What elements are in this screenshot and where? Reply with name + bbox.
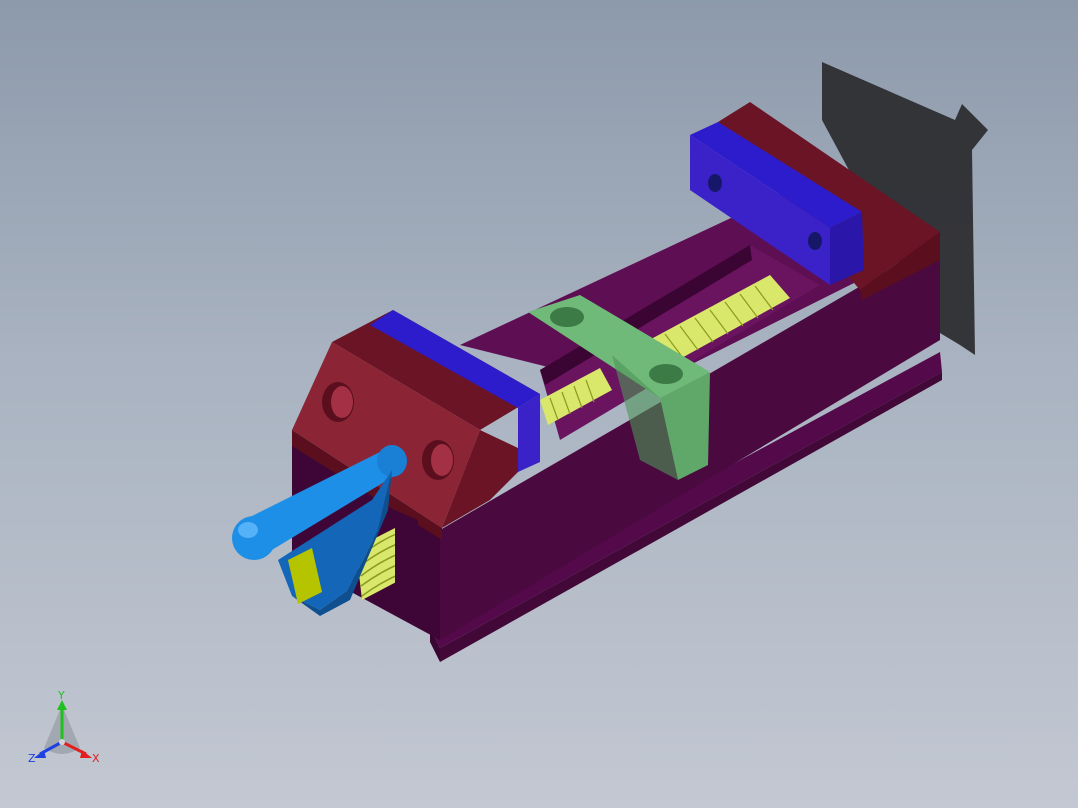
rear-plate-hole-1 bbox=[708, 174, 722, 192]
handle-pivot[interactable] bbox=[377, 445, 407, 477]
handle-knob[interactable] bbox=[232, 516, 276, 560]
clamp-hole-right bbox=[649, 364, 683, 384]
rear-plate-hole-2 bbox=[808, 232, 822, 250]
graphics-viewport[interactable]: Y X Z bbox=[0, 0, 1078, 808]
vise-model[interactable] bbox=[0, 0, 1078, 808]
clamp-hole-left bbox=[550, 307, 584, 327]
triad-x-label: X bbox=[92, 752, 100, 765]
triad-z-label: Z bbox=[28, 752, 36, 765]
orientation-triad[interactable]: Y X Z bbox=[22, 690, 112, 770]
triad-y-label: Y bbox=[57, 690, 65, 702]
